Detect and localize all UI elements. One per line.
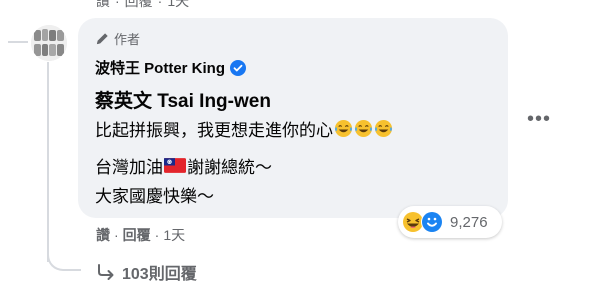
- comment-text-line: 大家國慶快樂～: [95, 182, 214, 207]
- comment-text-line: 台灣加油 謝謝總統～: [95, 153, 272, 178]
- verified-badge-icon: [230, 59, 246, 76]
- view-replies-label[interactable]: 103則回覆: [122, 260, 197, 284]
- pencil-icon: [96, 32, 108, 44]
- view-replies-link[interactable]: 103則回覆: [96, 260, 197, 284]
- comment-text: 謝謝總統～: [187, 158, 272, 177]
- reply-action[interactable]: 回覆: [123, 227, 151, 243]
- thread-line: [47, 62, 49, 262]
- commenter-name-text[interactable]: 波特王 Potter King: [95, 57, 225, 78]
- laughing-tears-emoji-icon: [334, 119, 353, 138]
- thread-line-curve: [47, 243, 81, 271]
- thread-connector: [8, 41, 28, 43]
- comment-text: 大家國慶快樂～: [95, 187, 214, 206]
- laughing-tears-emoji-icon: [354, 119, 373, 138]
- previous-comment-actions: 讚 · 回覆 · 1天: [96, 0, 189, 11]
- timestamp[interactable]: 1天: [167, 0, 189, 11]
- care-icon: [421, 211, 443, 233]
- taiwan-flag-icon: [164, 158, 186, 173]
- avatar[interactable]: [31, 25, 67, 61]
- reaction-count: 9,276: [450, 213, 488, 231]
- separator: ·: [114, 227, 119, 243]
- reply-action[interactable]: 回覆: [125, 0, 153, 11]
- separator: ·: [154, 227, 160, 243]
- separator: ·: [115, 0, 120, 9]
- commenter-name[interactable]: 波特王 Potter King: [95, 57, 246, 78]
- like-action[interactable]: 讚: [96, 227, 110, 243]
- comment-text: 比起拼振興，我更想走進你的心: [95, 121, 333, 140]
- comment-text: 台灣加油: [95, 158, 163, 177]
- comment-text-line: 比起拼振興，我更想走進你的心: [95, 116, 393, 141]
- mention-tag[interactable]: 蔡英文 Tsai Ing-wen: [95, 86, 271, 113]
- author-badge: 作者: [95, 29, 140, 48]
- author-badge-label: 作者: [114, 32, 141, 47]
- comment-actions: 讚 · 回覆 · 1天: [96, 225, 185, 245]
- reaction-summary[interactable]: 9,276: [398, 206, 502, 238]
- timestamp[interactable]: 1天: [163, 227, 185, 243]
- separator: ·: [157, 0, 163, 9]
- like-action[interactable]: 讚: [96, 0, 110, 11]
- reply-arrow-icon: [98, 264, 114, 280]
- laughing-tears-emoji-icon: [374, 119, 393, 138]
- more-options-icon[interactable]: •••: [527, 108, 551, 131]
